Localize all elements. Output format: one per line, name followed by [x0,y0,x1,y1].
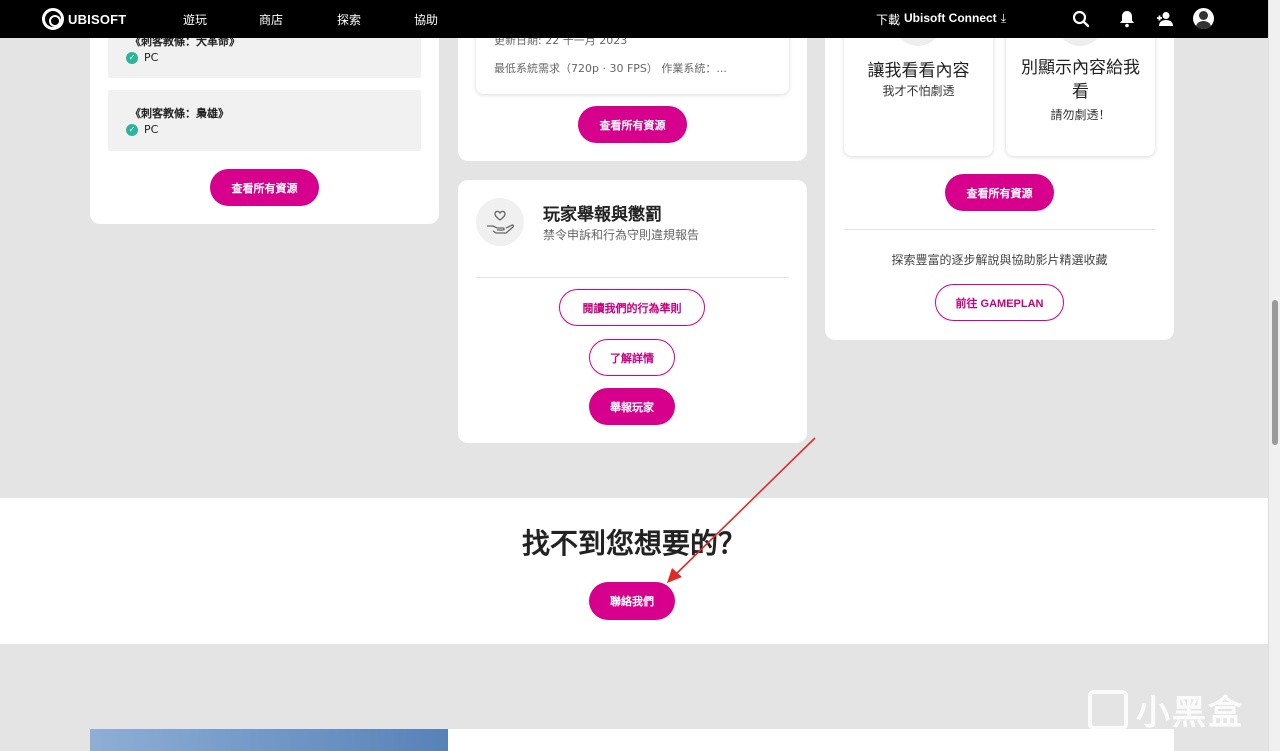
contact-section: 找不到您想要的？ 聯絡我們 [0,498,1268,644]
platform-tag: ✓ PC [126,51,158,64]
spoiler-option-hide[interactable]: 別顯示內容給我看 請勿劇透！ [1006,20,1155,156]
player-report-card: 玩家舉報與懲罰 禁令申訴和行為守則違規報告 閱讀我們的行為準則 了解詳情 舉報玩… [458,180,807,443]
view-all-resources-button[interactable]: 查看所有資源 [210,169,319,206]
download-app-name: Ubisoft Connect [904,11,997,25]
system-requirements: 最低系統需求（720p · 30 FPS） 作業系統：... [494,62,727,75]
game-title: 《刺客教條：梟雄》 [130,107,229,120]
option-show-title: 讓我看看內容 [867,61,970,81]
ubisoft-logo[interactable]: UBISOFT [42,8,126,30]
report-title: 玩家舉報與懲罰 [543,205,662,225]
download-icon: ⤓ [1000,11,1006,25]
bottom-card-image [90,729,448,751]
spoiler-option-show[interactable]: 讓我看看內容 我才不怕劇透 [844,20,993,156]
xiaoheihe-watermark: 小黑盒 [1088,685,1244,734]
top-navigation-bar: UBISOFT 遊玩 商店 探索 協助 下載 Ubisoft Connect ⤓ [0,0,1268,38]
hand-heart-icon [476,198,524,246]
user-avatar[interactable] [1193,8,1214,29]
report-player-button[interactable]: 舉報玩家 [589,388,675,425]
owned-games-card: 《刺客教條：大革命》 ✓ PC 《刺客教條：梟雄》 ✓ PC 查看所有資源 [90,20,439,224]
divider [476,277,789,278]
contact-us-button[interactable]: 聯絡我們 [589,582,675,620]
platform-label: PC [144,51,159,64]
search-icon[interactable] [1071,9,1091,29]
friends-icon[interactable] [1155,9,1175,29]
option-show-subtitle: 我才不怕劇透 [882,84,955,98]
learn-more-button[interactable]: 了解詳情 [589,339,675,376]
scrollbar-thumb[interactable] [1272,300,1278,445]
view-all-resources-button[interactable]: 查看所有資源 [578,106,687,143]
download-ubisoft-connect-link[interactable]: 下載 Ubisoft Connect ⤓ [876,11,1006,28]
gameplan-button[interactable]: 前往 GAMEPLAN [935,284,1064,321]
ubisoft-swirl-icon [42,8,64,30]
option-hide-subtitle: 請勿劇透！ [1050,108,1111,122]
divider [844,229,1155,230]
bell-icon[interactable] [1117,9,1137,29]
page-scrollbar[interactable] [1268,0,1280,751]
contact-heading: 找不到您想要的？ [521,527,746,560]
spoiler-preference-card: 讓我看看內容 我才不怕劇透 別顯示內容給我看 請勿劇透！ 查看所有資源 探索豐富… [825,20,1174,340]
nav-link-explore[interactable]: 探索 [337,11,361,28]
brand-name: UBISOFT [68,11,127,27]
nav-link-play[interactable]: 遊玩 [183,11,207,28]
gameplan-description: 探索豐富的逐步解說與協助影片精選收藏 [891,253,1108,267]
watermark-text: 小黑盒 [1136,693,1244,733]
download-prefix: 下載 [876,13,901,27]
report-subtitle: 禁令申訴和行為守則違規報告 [543,228,700,242]
check-icon: ✓ [126,123,138,136]
view-all-resources-button[interactable]: 查看所有資源 [945,174,1054,211]
code-of-conduct-button[interactable]: 閱讀我們的行為準則 [559,289,705,326]
game-item[interactable]: 《刺客教條：梟雄》 ✓ PC [108,90,421,151]
option-hide-title: 別顯示內容給我看 [1021,58,1140,102]
platform-tag: ✓ PC [126,123,158,136]
nav-link-store[interactable]: 商店 [259,11,283,28]
nav-link-help[interactable]: 協助 [414,11,438,28]
watermark-logo-icon [1088,689,1128,730]
check-icon: ✓ [126,51,138,64]
platform-label: PC [144,123,159,136]
